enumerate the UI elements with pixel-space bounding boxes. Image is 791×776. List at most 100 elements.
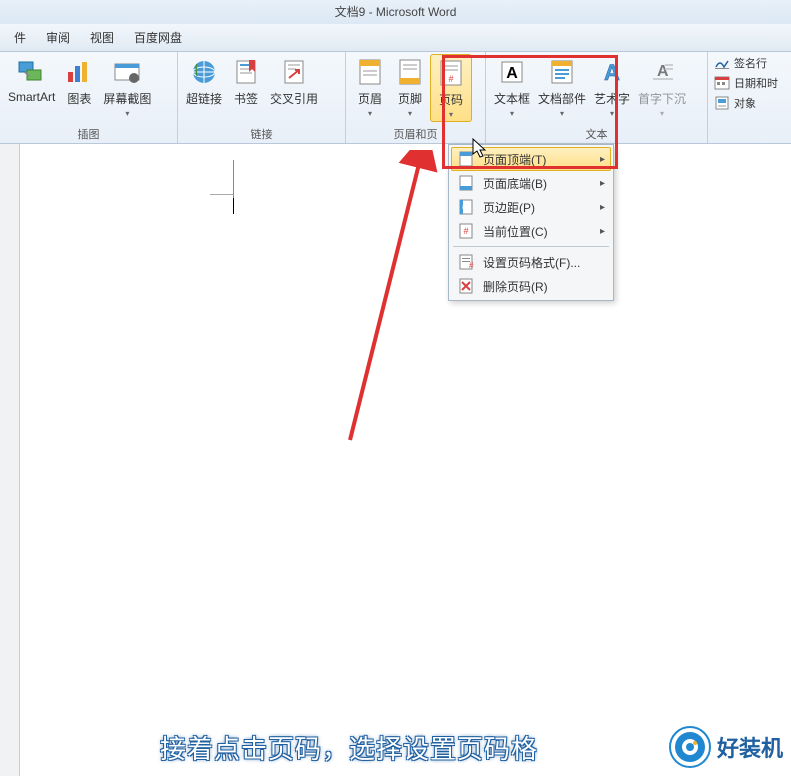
watermark: 好装机 bbox=[669, 726, 783, 768]
watermark-text: 好装机 bbox=[717, 731, 783, 763]
chart-button[interactable]: 图表 bbox=[59, 54, 99, 109]
group-label-illustrations: 插图 bbox=[0, 126, 177, 142]
group-links: 超链接 书签 交叉引用 链接 bbox=[178, 52, 346, 143]
page-margins-icon: # bbox=[457, 198, 475, 216]
menu-item-remove[interactable]: 删除页码(R) bbox=[451, 274, 611, 298]
menu-item-format[interactable]: # 设置页码格式(F)... bbox=[451, 250, 611, 274]
vertical-ruler bbox=[0, 144, 20, 776]
textbox-label: 文本框 bbox=[494, 90, 530, 107]
footer-icon bbox=[394, 56, 426, 88]
tab-review[interactable]: 审阅 bbox=[36, 25, 80, 50]
menu-separator bbox=[453, 246, 609, 247]
submenu-arrow-icon: ▸ bbox=[600, 154, 605, 165]
object-icon bbox=[714, 95, 730, 111]
group-label-text: 文本 bbox=[486, 126, 707, 142]
tab-partial[interactable]: 件 bbox=[4, 25, 36, 50]
wordart-button[interactable]: A 艺术字 ▾ bbox=[590, 54, 634, 120]
svg-text:A: A bbox=[506, 65, 518, 82]
ribbon: SmartArt 图表 屏幕截图 ▾ 插图 超链接 bbox=[0, 52, 791, 144]
tab-baidu[interactable]: 百度网盘 bbox=[124, 25, 192, 50]
tab-view[interactable]: 视图 bbox=[80, 25, 124, 50]
screenshot-icon bbox=[111, 56, 143, 88]
textbox-button[interactable]: A 文本框 ▾ bbox=[490, 54, 534, 120]
group-text: A 文本框 ▾ 文档部件 ▾ A 艺术字 ▾ A 首字下沉 ▾ 文本 bbox=[486, 52, 708, 143]
submenu-arrow-icon: ▸ bbox=[600, 202, 605, 213]
docparts-label: 文档部件 bbox=[538, 90, 586, 107]
pagenum-label: 页码 bbox=[439, 91, 463, 108]
signature-icon bbox=[714, 55, 730, 71]
datetime-label: 日期和时 bbox=[734, 75, 778, 91]
page-corner-guide bbox=[210, 194, 234, 214]
menu-item-top[interactable]: 页面顶端(T) ▸ bbox=[451, 147, 611, 171]
header-label: 页眉 bbox=[358, 90, 382, 107]
wordart-label: 艺术字 bbox=[594, 90, 630, 107]
header-icon bbox=[354, 56, 386, 88]
dropdown-arrow-icon: ▾ bbox=[610, 109, 614, 118]
watermark-logo-icon bbox=[669, 726, 711, 768]
window-title: 文档9 - Microsoft Word bbox=[335, 5, 457, 19]
hyperlink-button[interactable]: 超链接 bbox=[182, 54, 226, 109]
title-bar: 文档9 - Microsoft Word bbox=[0, 0, 791, 24]
group-headerfooter: 页眉 ▾ 页脚 ▾ # 页码 ▾ 页眉和页 bbox=[346, 52, 486, 143]
wordart-icon: A bbox=[596, 56, 628, 88]
object-button[interactable]: 对象 bbox=[710, 94, 782, 112]
smartart-button[interactable]: SmartArt bbox=[4, 54, 59, 106]
crossref-icon bbox=[278, 56, 310, 88]
format-pagenum-icon: # bbox=[457, 253, 475, 271]
menu-label: 页边距(P) bbox=[483, 199, 590, 216]
menu-item-bottom[interactable]: 页面底端(B) ▸ bbox=[451, 171, 611, 195]
crossref-button[interactable]: 交叉引用 bbox=[266, 54, 322, 109]
submenu-arrow-icon: ▸ bbox=[600, 226, 605, 237]
signature-button[interactable]: 签名行 bbox=[710, 54, 782, 72]
page-bottom-icon bbox=[457, 174, 475, 192]
chart-icon bbox=[63, 56, 95, 88]
smartart-icon bbox=[16, 56, 48, 88]
textbox-icon: A bbox=[496, 56, 528, 88]
menu-item-current[interactable]: # 当前位置(C) ▸ bbox=[451, 219, 611, 243]
svg-text:#: # bbox=[469, 261, 474, 270]
group-text-extras: 签名行 日期和时 对象 bbox=[708, 52, 784, 143]
header-button[interactable]: 页眉 ▾ bbox=[350, 54, 390, 120]
group-label-headerfooter: 页眉和页 bbox=[346, 126, 485, 142]
dropcap-label: 首字下沉 bbox=[638, 90, 686, 107]
pagenum-button[interactable]: # 页码 ▾ bbox=[430, 54, 472, 122]
bookmark-icon bbox=[230, 56, 262, 88]
dropcap-button[interactable]: A 首字下沉 ▾ bbox=[634, 54, 690, 120]
smartart-label: SmartArt bbox=[8, 90, 55, 104]
signature-label: 签名行 bbox=[734, 55, 767, 71]
screenshot-label: 屏幕截图 bbox=[103, 90, 151, 107]
svg-text:#: # bbox=[448, 74, 453, 84]
group-illustrations: SmartArt 图表 屏幕截图 ▾ 插图 bbox=[0, 52, 178, 143]
docparts-icon bbox=[546, 56, 578, 88]
ribbon-tabs: 件 审阅 视图 百度网盘 bbox=[0, 24, 791, 52]
dropdown-arrow-icon: ▾ bbox=[408, 109, 412, 118]
pagenum-dropdown-menu: 页面顶端(T) ▸ 页面底端(B) ▸ # 页边距(P) ▸ # 当前位置(C)… bbox=[448, 144, 614, 301]
menu-label: 设置页码格式(F)... bbox=[483, 254, 605, 271]
group-label-links: 链接 bbox=[178, 126, 345, 142]
dropdown-arrow-icon: ▾ bbox=[125, 109, 129, 118]
menu-label: 当前位置(C) bbox=[483, 223, 590, 240]
dropcap-icon: A bbox=[646, 56, 678, 88]
menu-item-margins[interactable]: # 页边距(P) ▸ bbox=[451, 195, 611, 219]
svg-text:A: A bbox=[604, 60, 620, 85]
dropdown-arrow-icon: ▾ bbox=[510, 109, 514, 118]
dropdown-arrow-icon: ▾ bbox=[368, 109, 372, 118]
svg-text:#: # bbox=[463, 226, 468, 236]
dropdown-arrow-icon: ▾ bbox=[560, 109, 564, 118]
bookmark-label: 书签 bbox=[234, 90, 258, 107]
hyperlink-icon bbox=[188, 56, 220, 88]
document-page[interactable] bbox=[20, 144, 791, 776]
document-area bbox=[0, 144, 791, 776]
screenshot-button[interactable]: 屏幕截图 ▾ bbox=[99, 54, 155, 120]
remove-pagenum-icon bbox=[457, 277, 475, 295]
footer-button[interactable]: 页脚 ▾ bbox=[390, 54, 430, 120]
chart-label: 图表 bbox=[67, 90, 91, 107]
crossref-label: 交叉引用 bbox=[270, 90, 318, 107]
datetime-icon bbox=[714, 75, 730, 91]
svg-text:#: # bbox=[462, 202, 467, 211]
datetime-button[interactable]: 日期和时 bbox=[710, 74, 782, 92]
annotation-caption: 接着点击页码，选择设置页码格 bbox=[160, 729, 538, 766]
docparts-button[interactable]: 文档部件 ▾ bbox=[534, 54, 590, 120]
dropdown-arrow-icon: ▾ bbox=[660, 109, 664, 118]
bookmark-button[interactable]: 书签 bbox=[226, 54, 266, 109]
